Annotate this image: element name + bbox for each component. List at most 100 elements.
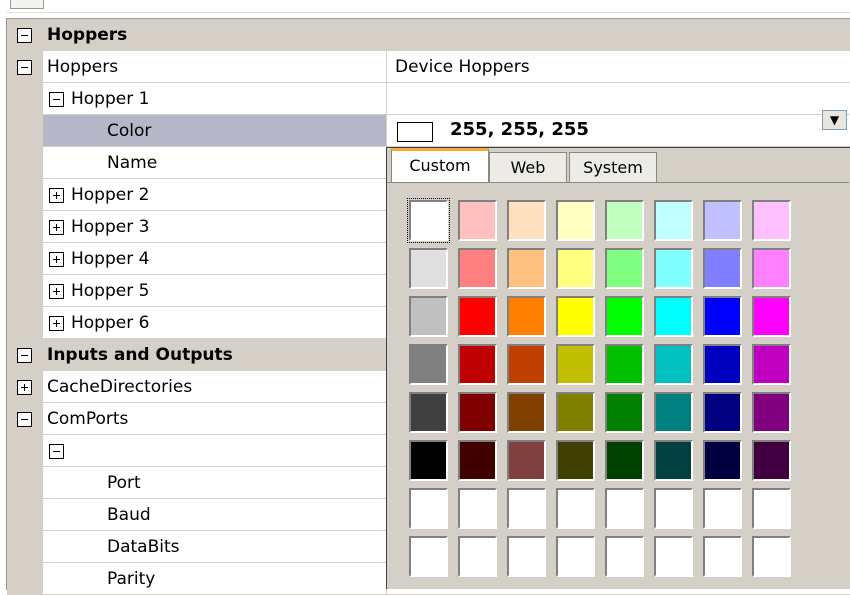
tab-divider (387, 182, 849, 183)
property-name: Hopper 4 (71, 249, 150, 269)
expand-icon[interactable] (17, 380, 32, 395)
value-cell[interactable] (387, 83, 850, 114)
color-cell[interactable] (409, 392, 448, 433)
color-cell[interactable] (605, 536, 644, 577)
color-cell[interactable] (605, 440, 644, 481)
color-cell[interactable] (605, 296, 644, 337)
color-cell[interactable] (507, 536, 546, 577)
color-cell[interactable] (703, 488, 742, 529)
color-cell[interactable] (654, 200, 693, 241)
color-cell[interactable] (409, 296, 448, 337)
color-cell[interactable] (507, 344, 546, 385)
color-swatch (397, 122, 433, 142)
collapse-icon[interactable] (17, 60, 32, 75)
color-cell[interactable] (507, 248, 546, 289)
color-cell[interactable] (507, 392, 546, 433)
color-cell[interactable] (458, 392, 497, 433)
color-cell[interactable] (556, 296, 595, 337)
dropdown-button[interactable]: ▼ (822, 110, 847, 130)
color-cell[interactable] (605, 200, 644, 241)
row-margin (7, 243, 43, 274)
color-cell[interactable] (458, 296, 497, 337)
property-name: CacheDirectories (47, 377, 193, 397)
color-cell[interactable] (654, 296, 693, 337)
row-margin (7, 307, 43, 338)
color-cell[interactable] (556, 392, 595, 433)
property-row-hopper-1[interactable]: Hopper 1 (7, 83, 850, 115)
category-row-hoppers[interactable]: Hoppers (7, 19, 850, 51)
color-value[interactable]: 255, 255, 255 (450, 119, 589, 140)
color-cell[interactable] (458, 248, 497, 289)
color-cell[interactable] (703, 248, 742, 289)
color-cell[interactable] (556, 536, 595, 577)
collapse-icon[interactable] (17, 348, 32, 363)
color-cell[interactable] (703, 296, 742, 337)
expand-icon[interactable] (49, 284, 64, 299)
color-cell[interactable] (752, 536, 791, 577)
color-cell[interactable] (752, 440, 791, 481)
color-cell[interactable] (703, 536, 742, 577)
color-cell[interactable] (752, 488, 791, 529)
color-cell[interactable] (507, 200, 546, 241)
color-cell[interactable] (409, 248, 448, 289)
color-cell[interactable] (407, 198, 450, 243)
collapse-icon[interactable] (17, 412, 32, 427)
color-cell[interactable] (654, 344, 693, 385)
color-cell[interactable] (752, 344, 791, 385)
color-cell[interactable] (458, 344, 497, 385)
color-cell[interactable] (752, 392, 791, 433)
color-cell[interactable] (507, 296, 546, 337)
expand-icon[interactable] (49, 316, 64, 331)
color-cell[interactable] (458, 200, 497, 241)
color-cell[interactable] (556, 440, 595, 481)
color-cell[interactable] (409, 536, 448, 577)
color-cell[interactable] (409, 440, 448, 481)
color-cell[interactable] (703, 440, 742, 481)
toolbar-tab[interactable] (10, 0, 44, 9)
tab-custom[interactable]: Custom (391, 148, 489, 182)
color-cell[interactable] (507, 488, 546, 529)
color-cell[interactable] (703, 200, 742, 241)
color-cell[interactable] (556, 488, 595, 529)
color-cell[interactable] (654, 392, 693, 433)
name-cell (43, 435, 387, 466)
color-cell[interactable] (605, 392, 644, 433)
name-cell: Hopper 5 (43, 275, 387, 306)
color-cell[interactable] (703, 344, 742, 385)
color-cell[interactable] (605, 488, 644, 529)
color-cell[interactable] (654, 440, 693, 481)
collapse-icon[interactable] (17, 28, 32, 43)
tab-web[interactable]: Web (489, 152, 567, 182)
color-cell[interactable] (409, 344, 448, 385)
color-cell[interactable] (458, 536, 497, 577)
collapse-icon[interactable] (49, 92, 64, 107)
color-cell[interactable] (605, 248, 644, 289)
color-cell[interactable] (556, 248, 595, 289)
property-name: Color (107, 121, 152, 141)
color-cell[interactable] (752, 296, 791, 337)
property-row-hoppers[interactable]: Hoppers Device Hoppers (7, 51, 850, 83)
color-cell[interactable] (752, 248, 791, 289)
color-cell[interactable] (654, 488, 693, 529)
color-cell[interactable] (556, 200, 595, 241)
color-cell[interactable] (654, 248, 693, 289)
tab-system[interactable]: System (569, 152, 657, 182)
color-cell[interactable] (752, 200, 791, 241)
collapse-icon[interactable] (49, 444, 64, 459)
color-cell[interactable] (703, 392, 742, 433)
expand-icon[interactable] (49, 252, 64, 267)
color-cell[interactable] (605, 344, 644, 385)
value-cell[interactable]: 255, 255, 255 (387, 115, 850, 146)
color-cell[interactable] (507, 440, 546, 481)
row-margin (7, 531, 43, 562)
property-row-color[interactable]: Color 255, 255, 255 (7, 115, 850, 147)
color-cell[interactable] (458, 488, 497, 529)
color-cell[interactable] (654, 536, 693, 577)
color-cell[interactable] (556, 344, 595, 385)
property-name: DataBits (107, 537, 180, 557)
expand-icon[interactable] (49, 188, 64, 203)
color-cell[interactable] (458, 440, 497, 481)
value-cell[interactable]: Device Hoppers (387, 51, 850, 82)
color-cell[interactable] (409, 488, 448, 529)
expand-icon[interactable] (49, 220, 64, 235)
